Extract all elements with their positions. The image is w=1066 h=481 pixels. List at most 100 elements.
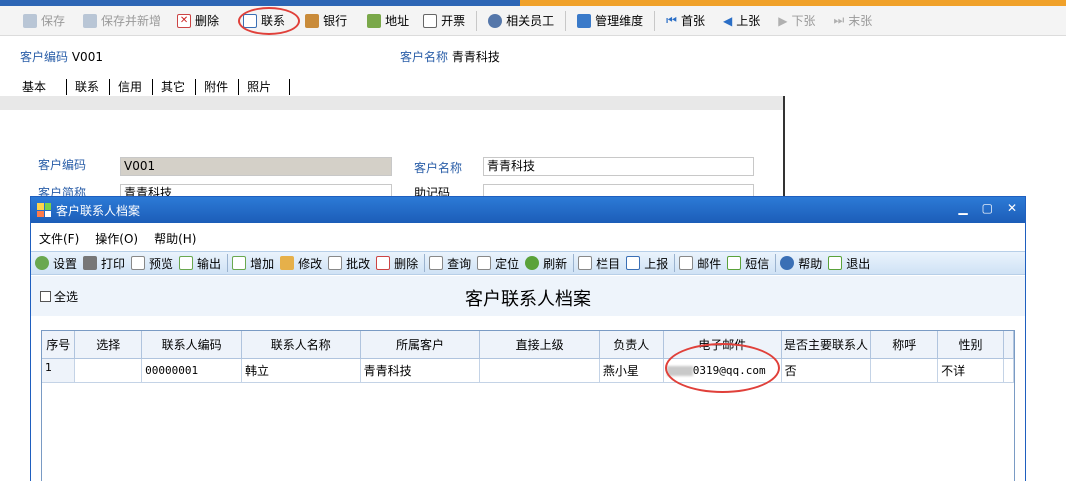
col-select[interactable]: 选择 (74, 331, 143, 359)
report-button[interactable]: 上报 (626, 255, 668, 272)
upload-icon (626, 256, 641, 270)
cell-customer: 青青科技 (360, 358, 481, 383)
col-customer[interactable]: 所属客户 (360, 331, 481, 359)
toolbar-separator (565, 10, 567, 31)
delete-icon: ✕ (177, 13, 192, 28)
col-salutation[interactable]: 称呼 (870, 331, 939, 359)
next-record-button[interactable]: ▶ 下张 (773, 9, 820, 33)
mail-button[interactable]: 邮件 (679, 255, 721, 272)
cell-contact-code: 00000001 (141, 358, 242, 383)
form-code-field[interactable]: V001 (120, 157, 392, 176)
exit-button[interactable]: 退出 (828, 255, 870, 272)
tab-basic[interactable]: 基本 (22, 79, 68, 95)
query-button[interactable]: 查询 (429, 255, 471, 272)
tab-contact[interactable]: 联系 (75, 79, 111, 95)
tab-other[interactable]: 其它 (161, 79, 197, 95)
cell-gender: 不详 (937, 358, 1004, 383)
dialog-heading: 客户联系人档案 (465, 289, 591, 310)
form-name-field[interactable]: 青青科技 (483, 157, 754, 176)
toolbar-separator (654, 10, 656, 31)
toolbar-separator (424, 254, 426, 272)
col-contact-name[interactable]: 联系人名称 (241, 331, 361, 359)
header-code-value: V001 (71, 50, 103, 64)
batch-edit-button[interactable]: 批改 (328, 255, 370, 272)
app-icon (37, 203, 51, 217)
header-name: 客户名称 青青科技 (400, 48, 500, 65)
invoice-button[interactable]: 开票 (418, 9, 470, 33)
col-owner[interactable]: 负责人 (599, 331, 664, 359)
dialog-title-bar[interactable]: 客户联系人档案 ▁ ▢ ✕ (31, 197, 1025, 223)
pencil-icon (280, 256, 295, 270)
preview-icon (131, 256, 146, 270)
header-name-value: 青青科技 (451, 50, 500, 64)
tab-photo[interactable]: 照片 (247, 79, 291, 95)
tab-content-bar (0, 96, 784, 110)
edit-button[interactable]: 修改 (280, 255, 322, 272)
columns-icon (578, 256, 593, 270)
dimension-icon (577, 13, 592, 28)
management-dimension-button[interactable]: 管理维度 (572, 9, 648, 33)
address-button[interactable]: 地址 (362, 9, 414, 33)
menu-help[interactable]: 帮助(H) (154, 230, 196, 247)
tab-credit[interactable]: 信用 (118, 79, 154, 95)
locate-button[interactable]: 定位 (477, 255, 519, 272)
save-button[interactable]: 保存 (18, 9, 70, 33)
cell-filler (1003, 358, 1015, 383)
form-code-label: 客户编码 (38, 158, 87, 172)
printer-icon (83, 256, 98, 270)
header-code: 客户编码 V001 (20, 48, 103, 65)
col-contact-code[interactable]: 联系人编码 (141, 331, 242, 359)
header-name-label: 客户名称 (400, 50, 449, 64)
refresh-icon (525, 256, 540, 270)
exit-icon (828, 256, 843, 270)
invoice-icon (423, 13, 438, 28)
mail-icon (679, 256, 694, 270)
close-icon[interactable]: ✕ (1007, 201, 1017, 215)
cell-contact-name: 韩立 (241, 358, 361, 383)
locate-icon (477, 256, 492, 270)
toolbar-separator (775, 254, 777, 272)
first-record-button[interactable]: ⏮ 首张 (661, 9, 710, 33)
sms-button[interactable]: 短信 (727, 255, 769, 272)
setup-button[interactable]: 设置 (35, 255, 77, 272)
address-icon (367, 13, 382, 28)
preview-button[interactable]: 预览 (131, 255, 173, 272)
cell-select[interactable] (74, 358, 143, 383)
export-icon (179, 256, 194, 270)
minimize-icon[interactable]: ▁ (958, 201, 967, 215)
col-superior[interactable]: 直接上级 (479, 331, 600, 359)
maximize-icon[interactable]: ▢ (982, 201, 993, 215)
dialog-title: 客户联系人档案 (56, 203, 141, 218)
dialog-menu-bar: 文件(F) 操作(O) 帮助(H) (31, 227, 212, 249)
export-button[interactable]: 输出 (179, 255, 221, 272)
print-button[interactable]: 打印 (83, 255, 125, 272)
header-code-label: 客户编码 (20, 50, 69, 64)
panel-divider (783, 96, 785, 196)
toolbar-separator (227, 254, 229, 272)
staff-icon (488, 13, 503, 28)
last-record-button[interactable]: ⏭ 末张 (828, 9, 877, 33)
delete-button[interactable]: ✕ 删除 (172, 9, 224, 33)
cell-primary-contact: 否 (781, 358, 872, 383)
save-new-icon (83, 13, 98, 28)
related-staff-button[interactable]: 相关员工 (483, 9, 559, 33)
table-row[interactable]: 1 00000001 韩立 青青科技 燕小星 0319@qq.com 否 不详 (42, 358, 1015, 383)
save-and-new-button[interactable]: 保存并新增 (78, 9, 166, 33)
dialog-delete-button[interactable]: 删除 (376, 255, 418, 272)
menu-operation[interactable]: 操作(O) (95, 230, 138, 247)
col-gender[interactable]: 性别 (937, 331, 1004, 359)
main-toolbar: 保存 保存并新增 ✕ 删除 联系 银行 地址 开票 相关员工 管理维度 ⏮ 首张… (0, 6, 1066, 36)
help-icon (780, 256, 795, 270)
add-button[interactable]: 增加 (232, 255, 274, 272)
tab-attachment[interactable]: 附件 (204, 79, 240, 95)
col-seq[interactable]: 序号 (42, 331, 76, 359)
col-primary-contact[interactable]: 是否主要联系人 (781, 331, 872, 359)
setup-icon (35, 256, 49, 270)
contacts-table: 序号 选择 联系人编码 联系人名称 所属客户 直接上级 负责人 电子邮件 是否主… (42, 331, 1015, 383)
refresh-button[interactable]: 刷新 (525, 255, 567, 272)
bank-button[interactable]: 银行 (300, 9, 352, 33)
help-button[interactable]: 帮助 (780, 255, 822, 272)
columns-button[interactable]: 栏目 (578, 255, 620, 272)
previous-record-button[interactable]: ◀ 上张 (718, 9, 765, 33)
menu-file[interactable]: 文件(F) (39, 230, 79, 247)
